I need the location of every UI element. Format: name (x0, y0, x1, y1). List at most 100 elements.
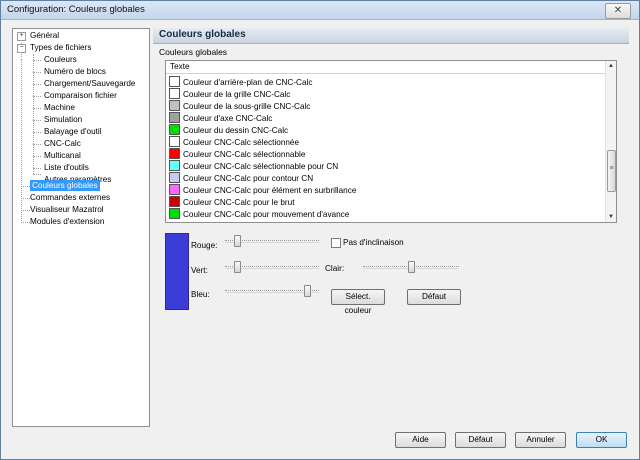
tree-item-load-save[interactable]: Chargement/Sauvegarde (44, 78, 136, 89)
scroll-down-icon[interactable]: ▼ (607, 213, 615, 221)
color-default-button[interactable]: Défaut (407, 289, 461, 305)
tree-item-general[interactable]: Général (30, 30, 59, 41)
tree-line (21, 210, 30, 211)
group-label: Couleurs globales (159, 47, 228, 57)
tree-item-multichannel[interactable]: Multicanal (44, 150, 81, 161)
color-list-row[interactable]: Couleur du dessin CNC-Calc (169, 124, 288, 135)
scroll-up-icon[interactable]: ▲ (607, 62, 615, 70)
section-header: Couleurs globales (153, 28, 629, 44)
color-list-row-label: Couleur CNC-Calc pour le brut (183, 198, 295, 207)
blue-label: Bleu: (191, 290, 210, 299)
tree-line (33, 156, 41, 157)
tree-item-file-compare[interactable]: Comparaison fichier (44, 90, 117, 101)
default-button[interactable]: Défaut (455, 432, 506, 448)
cancel-button[interactable]: Annuler (515, 432, 566, 448)
window-title: Configuration: Couleurs globales (7, 4, 145, 15)
blue-slider-knob[interactable] (303, 285, 311, 297)
color-list-row-label: Couleur du dessin CNC-Calc (183, 126, 289, 135)
tree-line (33, 72, 41, 73)
color-swatch (169, 208, 180, 219)
color-swatch (169, 124, 180, 135)
grip-icon: ≡ (609, 165, 614, 172)
color-swatch (169, 172, 180, 183)
help-button[interactable]: Aide (395, 432, 446, 448)
color-list-row-label: Couleur CNC-Calc pour mouvement d'avance (183, 210, 350, 219)
no-tilt-label: Pas d'inclinaison (343, 238, 404, 247)
color-list-row[interactable]: Couleur CNC-Calc pour mouvement d'avance (169, 208, 349, 219)
color-swatch (169, 76, 180, 87)
list-scrollbar[interactable]: ▲ ≡ ▼ (605, 61, 616, 222)
tree-item-simulation[interactable]: Simulation (44, 114, 82, 125)
color-list-row[interactable]: Couleur de la grille CNC-Calc (169, 88, 290, 99)
tree-item-machine[interactable]: Machine (44, 102, 75, 113)
select-color-button[interactable]: Sélect. couleur (331, 289, 385, 315)
color-list-row[interactable]: Couleur CNC-Calc pour contour CN (169, 172, 313, 183)
color-list-row-label: Couleur CNC-Calc sélectionnée (183, 138, 300, 147)
color-swatch (169, 148, 180, 159)
tree-item-external-commands[interactable]: Commandes externes (30, 192, 110, 203)
color-list-row-label: Couleur d'arrière-plan de CNC-Calc (183, 78, 313, 87)
tree-item-block-numbers[interactable]: Numéro de blocs (44, 66, 106, 77)
column-header[interactable]: Texte (166, 61, 605, 74)
red-slider-knob[interactable] (234, 235, 242, 247)
tree-item-tool-sweep[interactable]: Balayage d'outil (44, 126, 102, 137)
red-label: Rouge: (191, 241, 218, 250)
color-list-row[interactable]: Couleur d'arrière-plan de CNC-Calc (169, 76, 312, 87)
tree-item-colors[interactable]: Couleurs (44, 54, 77, 65)
tree-line (33, 84, 41, 85)
color-list-row-label: Couleur CNC-Calc pour contour CN (183, 174, 314, 183)
color-swatch (169, 88, 180, 99)
expand-icon[interactable]: + (17, 32, 26, 41)
color-swatch (169, 196, 180, 207)
settings-tree[interactable]: + Général − Types de fichiers Couleurs N… (12, 28, 150, 427)
configuration-dialog: Configuration: Couleurs globales ✕ + Gén… (0, 0, 640, 460)
tree-item-mazatrol-viewer[interactable]: Visualiseur Mazatrol (30, 204, 104, 215)
tree-line (33, 96, 41, 97)
color-list-row-label: Couleur CNC-Calc sélectionnable (183, 150, 306, 159)
column-header-text: Texte (170, 62, 190, 71)
brightness-slider-knob[interactable] (408, 261, 415, 273)
color-swatch (169, 136, 180, 147)
close-button[interactable]: ✕ (605, 3, 631, 19)
tree-item-cnc-calc[interactable]: CNC-Calc (44, 138, 81, 149)
color-swatch (169, 160, 180, 171)
tree-line (33, 108, 41, 109)
color-list-row[interactable]: Couleur de la sous-grille CNC-Calc (169, 100, 310, 111)
color-list-row[interactable]: Couleur CNC-Calc pour le brut (169, 196, 294, 207)
color-list-row-label: Couleur CNC-Calc sélectionnable pour CN (183, 162, 339, 171)
tree-line (33, 174, 41, 175)
color-preview (165, 233, 189, 310)
tree-line (33, 168, 41, 169)
color-list-row-label: Couleur d'axe CNC-Calc (183, 114, 273, 123)
collapse-icon[interactable]: − (17, 44, 26, 53)
ok-button[interactable]: OK (576, 432, 627, 448)
color-list-row[interactable]: Couleur CNC-Calc sélectionnable (169, 148, 305, 159)
tree-line (33, 120, 41, 121)
color-swatch (169, 112, 180, 123)
tree-line (21, 59, 22, 221)
color-swatch (169, 184, 180, 195)
content-panel: Couleurs globales Couleurs globales Text… (153, 28, 629, 425)
green-label: Vert: (191, 266, 208, 275)
section-title: Couleurs globales (159, 29, 246, 40)
tree-line (21, 186, 30, 187)
color-list-row[interactable]: Couleur CNC-Calc pour élément en surbril… (169, 184, 356, 195)
scroll-thumb[interactable]: ≡ (607, 150, 616, 192)
tree-line (33, 60, 41, 61)
tree-line (33, 144, 41, 145)
tree-item-extension-modules[interactable]: Modules d'extension (30, 216, 104, 227)
color-list[interactable]: Texte Couleur d'arrière-plan de CNC-Calc… (165, 60, 617, 223)
brightness-label: Clair: (325, 264, 345, 273)
color-list-row-label: Couleur de la sous-grille CNC-Calc (183, 102, 311, 111)
tree-line (21, 198, 30, 199)
color-list-row[interactable]: Couleur d'axe CNC-Calc (169, 112, 272, 123)
tree-line (21, 222, 30, 223)
color-list-row[interactable]: Couleur CNC-Calc sélectionnable pour CN (169, 160, 338, 171)
color-list-row[interactable]: Couleur CNC-Calc sélectionnée (169, 136, 299, 147)
green-slider-knob[interactable] (234, 261, 242, 273)
no-tilt-checkbox[interactable] (331, 238, 341, 248)
tree-item-global-colors[interactable]: Couleurs globales (30, 180, 100, 191)
tree-item-tool-list[interactable]: Liste d'outils (44, 162, 89, 173)
color-list-row-label: Couleur CNC-Calc pour élément en surbril… (183, 186, 357, 195)
tree-item-file-types[interactable]: Types de fichiers (30, 42, 91, 53)
